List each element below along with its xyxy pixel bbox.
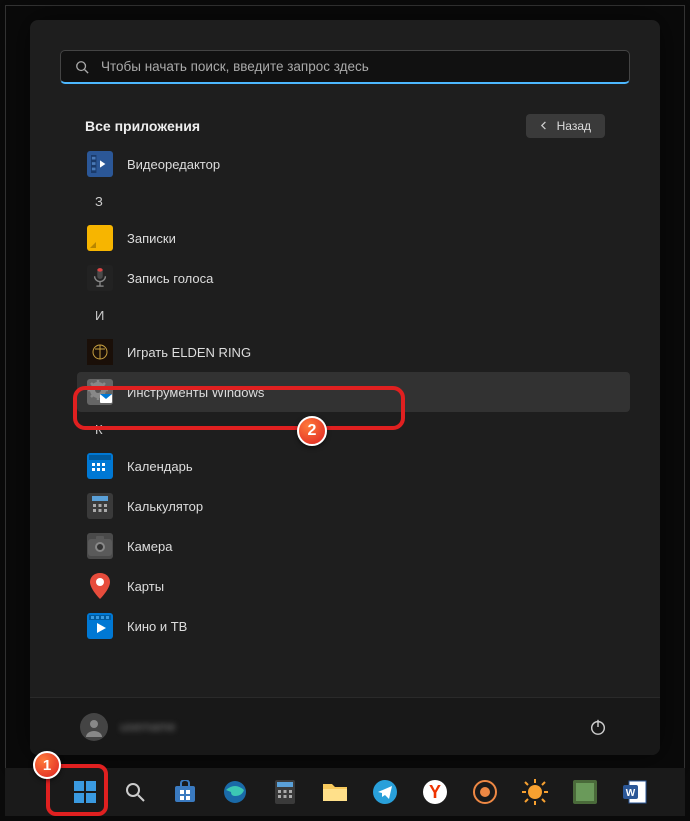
notes-icon — [87, 225, 113, 251]
power-icon — [589, 718, 607, 736]
calculator-icon — [272, 779, 298, 805]
app-label: Видеоредактор — [127, 157, 220, 172]
app-video-editor[interactable]: Видеоредактор — [85, 144, 630, 184]
app-label: Кино и ТВ — [127, 619, 187, 634]
edge-icon — [222, 779, 248, 805]
taskbar-explorer[interactable] — [315, 772, 355, 812]
app-calculator[interactable]: Калькулятор — [85, 486, 630, 526]
app-camera[interactable]: Камера — [85, 526, 630, 566]
taskbar: Y W — [5, 768, 685, 816]
app-label: Инструменты Windows — [127, 385, 264, 400]
svg-text:W: W — [626, 788, 636, 799]
app-movies-tv[interactable]: Кино и ТВ — [85, 606, 630, 646]
windows-icon — [72, 779, 98, 805]
app-label: Запись голоса — [127, 271, 213, 286]
app-icon — [572, 779, 598, 805]
start-footer: username — [30, 697, 660, 755]
back-button[interactable]: Назад — [526, 114, 605, 138]
username: username — [120, 720, 176, 734]
app-label: Камера — [127, 539, 172, 554]
apps-list[interactable]: Видеоредактор З Записки Запись голоса И … — [30, 144, 660, 697]
avatar-icon — [80, 713, 108, 741]
app-label: Играть ELDEN RING — [127, 345, 251, 360]
calendar-icon — [87, 453, 113, 479]
app-label: Калькулятор — [127, 499, 203, 514]
taskbar-store[interactable] — [165, 772, 205, 812]
app-maps[interactable]: Карты — [85, 566, 630, 606]
all-apps-title: Все приложения — [85, 118, 200, 134]
taskbar-app3[interactable] — [565, 772, 605, 812]
word-icon: W — [622, 779, 648, 805]
app-notes[interactable]: Записки — [85, 218, 630, 258]
letter-header-k[interactable]: К — [85, 412, 630, 446]
yandex-icon: Y — [422, 779, 448, 805]
store-icon — [172, 779, 198, 805]
user-button[interactable]: username — [80, 713, 176, 741]
apps-header: Все приложения Назад — [30, 84, 660, 144]
power-button[interactable] — [586, 715, 610, 739]
search-icon — [122, 779, 148, 805]
taskbar-calculator[interactable] — [265, 772, 305, 812]
taskbar-search[interactable] — [115, 772, 155, 812]
search-icon — [75, 60, 89, 74]
app-voice-recorder[interactable]: Запись голоса — [85, 258, 630, 298]
camera-icon — [87, 533, 113, 559]
chevron-left-icon — [540, 119, 549, 133]
video-editor-icon — [87, 151, 113, 177]
search-placeholder: Чтобы начать поиск, введите запрос здесь — [101, 59, 369, 74]
letter-header-i[interactable]: И — [85, 298, 630, 332]
taskbar-telegram[interactable] — [365, 772, 405, 812]
svg-text:Y: Y — [429, 782, 441, 802]
circle-icon — [472, 779, 498, 805]
taskbar-app1[interactable] — [465, 772, 505, 812]
windows-tools-icon — [87, 379, 113, 405]
sun-icon — [522, 779, 548, 805]
maps-icon — [87, 573, 113, 599]
app-calendar[interactable]: Календарь — [85, 446, 630, 486]
start-button[interactable] — [65, 772, 105, 812]
elden-ring-icon — [87, 339, 113, 365]
calculator-icon — [87, 493, 113, 519]
movies-tv-icon — [87, 613, 113, 639]
taskbar-yandex[interactable]: Y — [415, 772, 455, 812]
search-input[interactable]: Чтобы начать поиск, введите запрос здесь — [60, 50, 630, 84]
annotation-callout-2: 2 — [297, 416, 327, 446]
app-label: Карты — [127, 579, 164, 594]
app-label: Календарь — [127, 459, 193, 474]
voice-recorder-icon — [87, 265, 113, 291]
back-label: Назад — [557, 119, 591, 133]
letter-header-z[interactable]: З — [85, 184, 630, 218]
folder-icon — [322, 779, 348, 805]
app-elden-ring[interactable]: Играть ELDEN RING — [85, 332, 630, 372]
annotation-callout-1: 1 — [33, 751, 61, 779]
taskbar-app2[interactable] — [515, 772, 555, 812]
taskbar-word[interactable]: W — [615, 772, 655, 812]
taskbar-edge[interactable] — [215, 772, 255, 812]
start-menu: Чтобы начать поиск, введите запрос здесь… — [30, 20, 660, 755]
app-windows-tools[interactable]: Инструменты Windows — [77, 372, 630, 412]
app-label: Записки — [127, 231, 176, 246]
telegram-icon — [372, 779, 398, 805]
